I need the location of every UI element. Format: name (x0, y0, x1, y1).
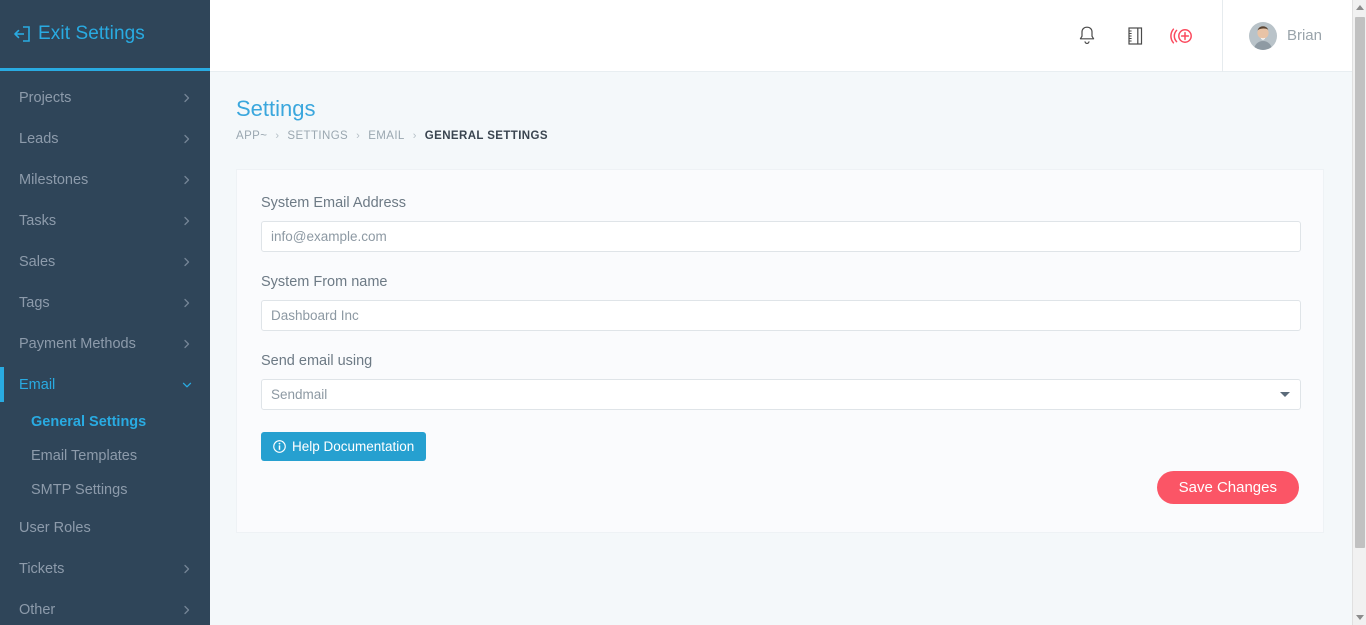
field-label: System From name (261, 274, 388, 290)
scrollbar-thumb[interactable] (1355, 17, 1365, 548)
system-from-name-input[interactable] (261, 300, 1301, 331)
scrollbar-down-arrow[interactable] (1353, 610, 1366, 625)
field-label: Send email using (261, 353, 373, 369)
bell-icon[interactable] (1074, 23, 1100, 49)
breadcrumb-item-app[interactable]: APP~ (236, 130, 267, 142)
save-changes-label: Save Changes (1178, 479, 1277, 496)
avatar (1248, 21, 1277, 50)
sidebar-subitem-email-templates[interactable]: Email Templates (0, 439, 210, 473)
field-system-from-name: System From name (261, 274, 1301, 331)
user-menu[interactable]: Brian (1223, 21, 1352, 50)
sidebar-item-tickets[interactable]: Tickets (0, 548, 210, 589)
chevron-right-icon (184, 564, 190, 573)
breadcrumb-separator: › (356, 130, 361, 142)
sidebar-item-payment-methods[interactable]: Payment Methods (0, 323, 210, 364)
breadcrumb-item-general-settings: GENERAL SETTINGS (424, 130, 548, 142)
sidebar-item-label: Leads (19, 130, 59, 147)
sidebar-subitem-label: General Settings (31, 414, 147, 430)
sidebar-item-leads[interactable]: Leads (0, 118, 210, 159)
sidebar-item-label: Email (19, 376, 56, 393)
sidebar-item-label: Payment Methods (19, 335, 136, 352)
sidebar-subitem-label: SMTP Settings (31, 482, 128, 498)
scrollbar-up-arrow[interactable] (1353, 0, 1366, 15)
app-root: Exit Settings Projects Leads Milestones … (0, 0, 1366, 625)
exit-settings-label: Exit Settings (38, 23, 145, 44)
sidebar-subitem-label: Email Templates (31, 448, 138, 464)
sidebar-item-user-roles[interactable]: User Roles (0, 507, 210, 548)
chevron-right-icon (184, 216, 190, 225)
sidebar-item-email[interactable]: Email (0, 364, 210, 405)
sidebar-item-label: Tags (19, 294, 50, 311)
save-changes-button[interactable]: Save Changes (1156, 471, 1299, 504)
field-label: System Email Address (261, 195, 407, 211)
field-system-email-address: System Email Address (261, 195, 1301, 252)
page-scrollbar[interactable] (1352, 0, 1366, 625)
sidebar-item-milestones[interactable]: Milestones (0, 159, 210, 200)
chevron-right-icon (184, 257, 190, 266)
breadcrumb: APP~ › SETTINGS › EMAIL › GENERAL SETTIN… (236, 130, 1322, 142)
page-title: Settings (236, 96, 316, 121)
sidebar-item-label: User Roles (19, 519, 91, 536)
chevron-down-icon (182, 382, 192, 387)
chevron-right-icon (184, 605, 190, 614)
sidebar-item-other[interactable]: Other (0, 589, 210, 625)
sidebar-item-sales[interactable]: Sales (0, 241, 210, 282)
sidebar: Exit Settings Projects Leads Milestones … (0, 0, 210, 625)
sidebar-subitem-smtp-settings[interactable]: SMTP Settings (0, 473, 210, 507)
header-icon-group (1074, 23, 1222, 49)
top-header: Brian (210, 0, 1352, 72)
send-email-using-select[interactable] (261, 379, 1301, 410)
sidebar-nav: Projects Leads Milestones Tasks Sales Ta (0, 71, 210, 625)
user-name: Brian (1286, 27, 1322, 44)
chevron-right-icon (184, 93, 190, 102)
chevron-right-icon (184, 339, 190, 348)
sidebar-item-tasks[interactable]: Tasks (0, 200, 210, 241)
sidebar-item-label: Sales (19, 253, 56, 270)
sidebar-item-projects[interactable]: Projects (0, 77, 210, 118)
help-documentation-button[interactable]: Help Documentation (261, 432, 427, 461)
sidebar-item-label: Milestones (19, 171, 89, 188)
breadcrumb-item-settings[interactable]: SETTINGS (287, 130, 348, 142)
sidebar-item-label: Tickets (19, 560, 65, 577)
exit-icon (14, 26, 30, 42)
settings-card: System Email Address System From name Se… (236, 169, 1324, 533)
sidebar-item-label: Other (19, 601, 56, 618)
sidebar-subitem-general-settings[interactable]: General Settings (0, 405, 210, 439)
notebook-icon[interactable] (1122, 23, 1148, 49)
sidebar-item-tags[interactable]: Tags (0, 282, 210, 323)
breadcrumb-item-email[interactable]: EMAIL (368, 130, 405, 142)
chevron-right-icon (184, 175, 190, 184)
system-email-address-input[interactable] (261, 221, 1301, 252)
add-circle-icon[interactable] (1170, 23, 1196, 49)
breadcrumb-separator: › (275, 130, 280, 142)
help-documentation-label: Help Documentation (292, 439, 415, 454)
sidebar-item-label: Projects (19, 89, 72, 106)
send-email-using-select-wrap (261, 379, 1301, 410)
info-icon (273, 440, 286, 453)
breadcrumb-separator: › (412, 130, 417, 142)
save-button-row: Save Changes (261, 471, 1299, 504)
chevron-right-icon (184, 134, 190, 143)
help-button-row: Help Documentation (261, 432, 1299, 461)
sidebar-item-label: Tasks (19, 212, 57, 229)
field-send-email-using: Send email using (261, 353, 1301, 410)
main-content: Settings APP~ › SETTINGS › EMAIL › GENER… (210, 72, 1352, 625)
exit-settings-button[interactable]: Exit Settings (0, 0, 210, 71)
chevron-right-icon (184, 298, 190, 307)
